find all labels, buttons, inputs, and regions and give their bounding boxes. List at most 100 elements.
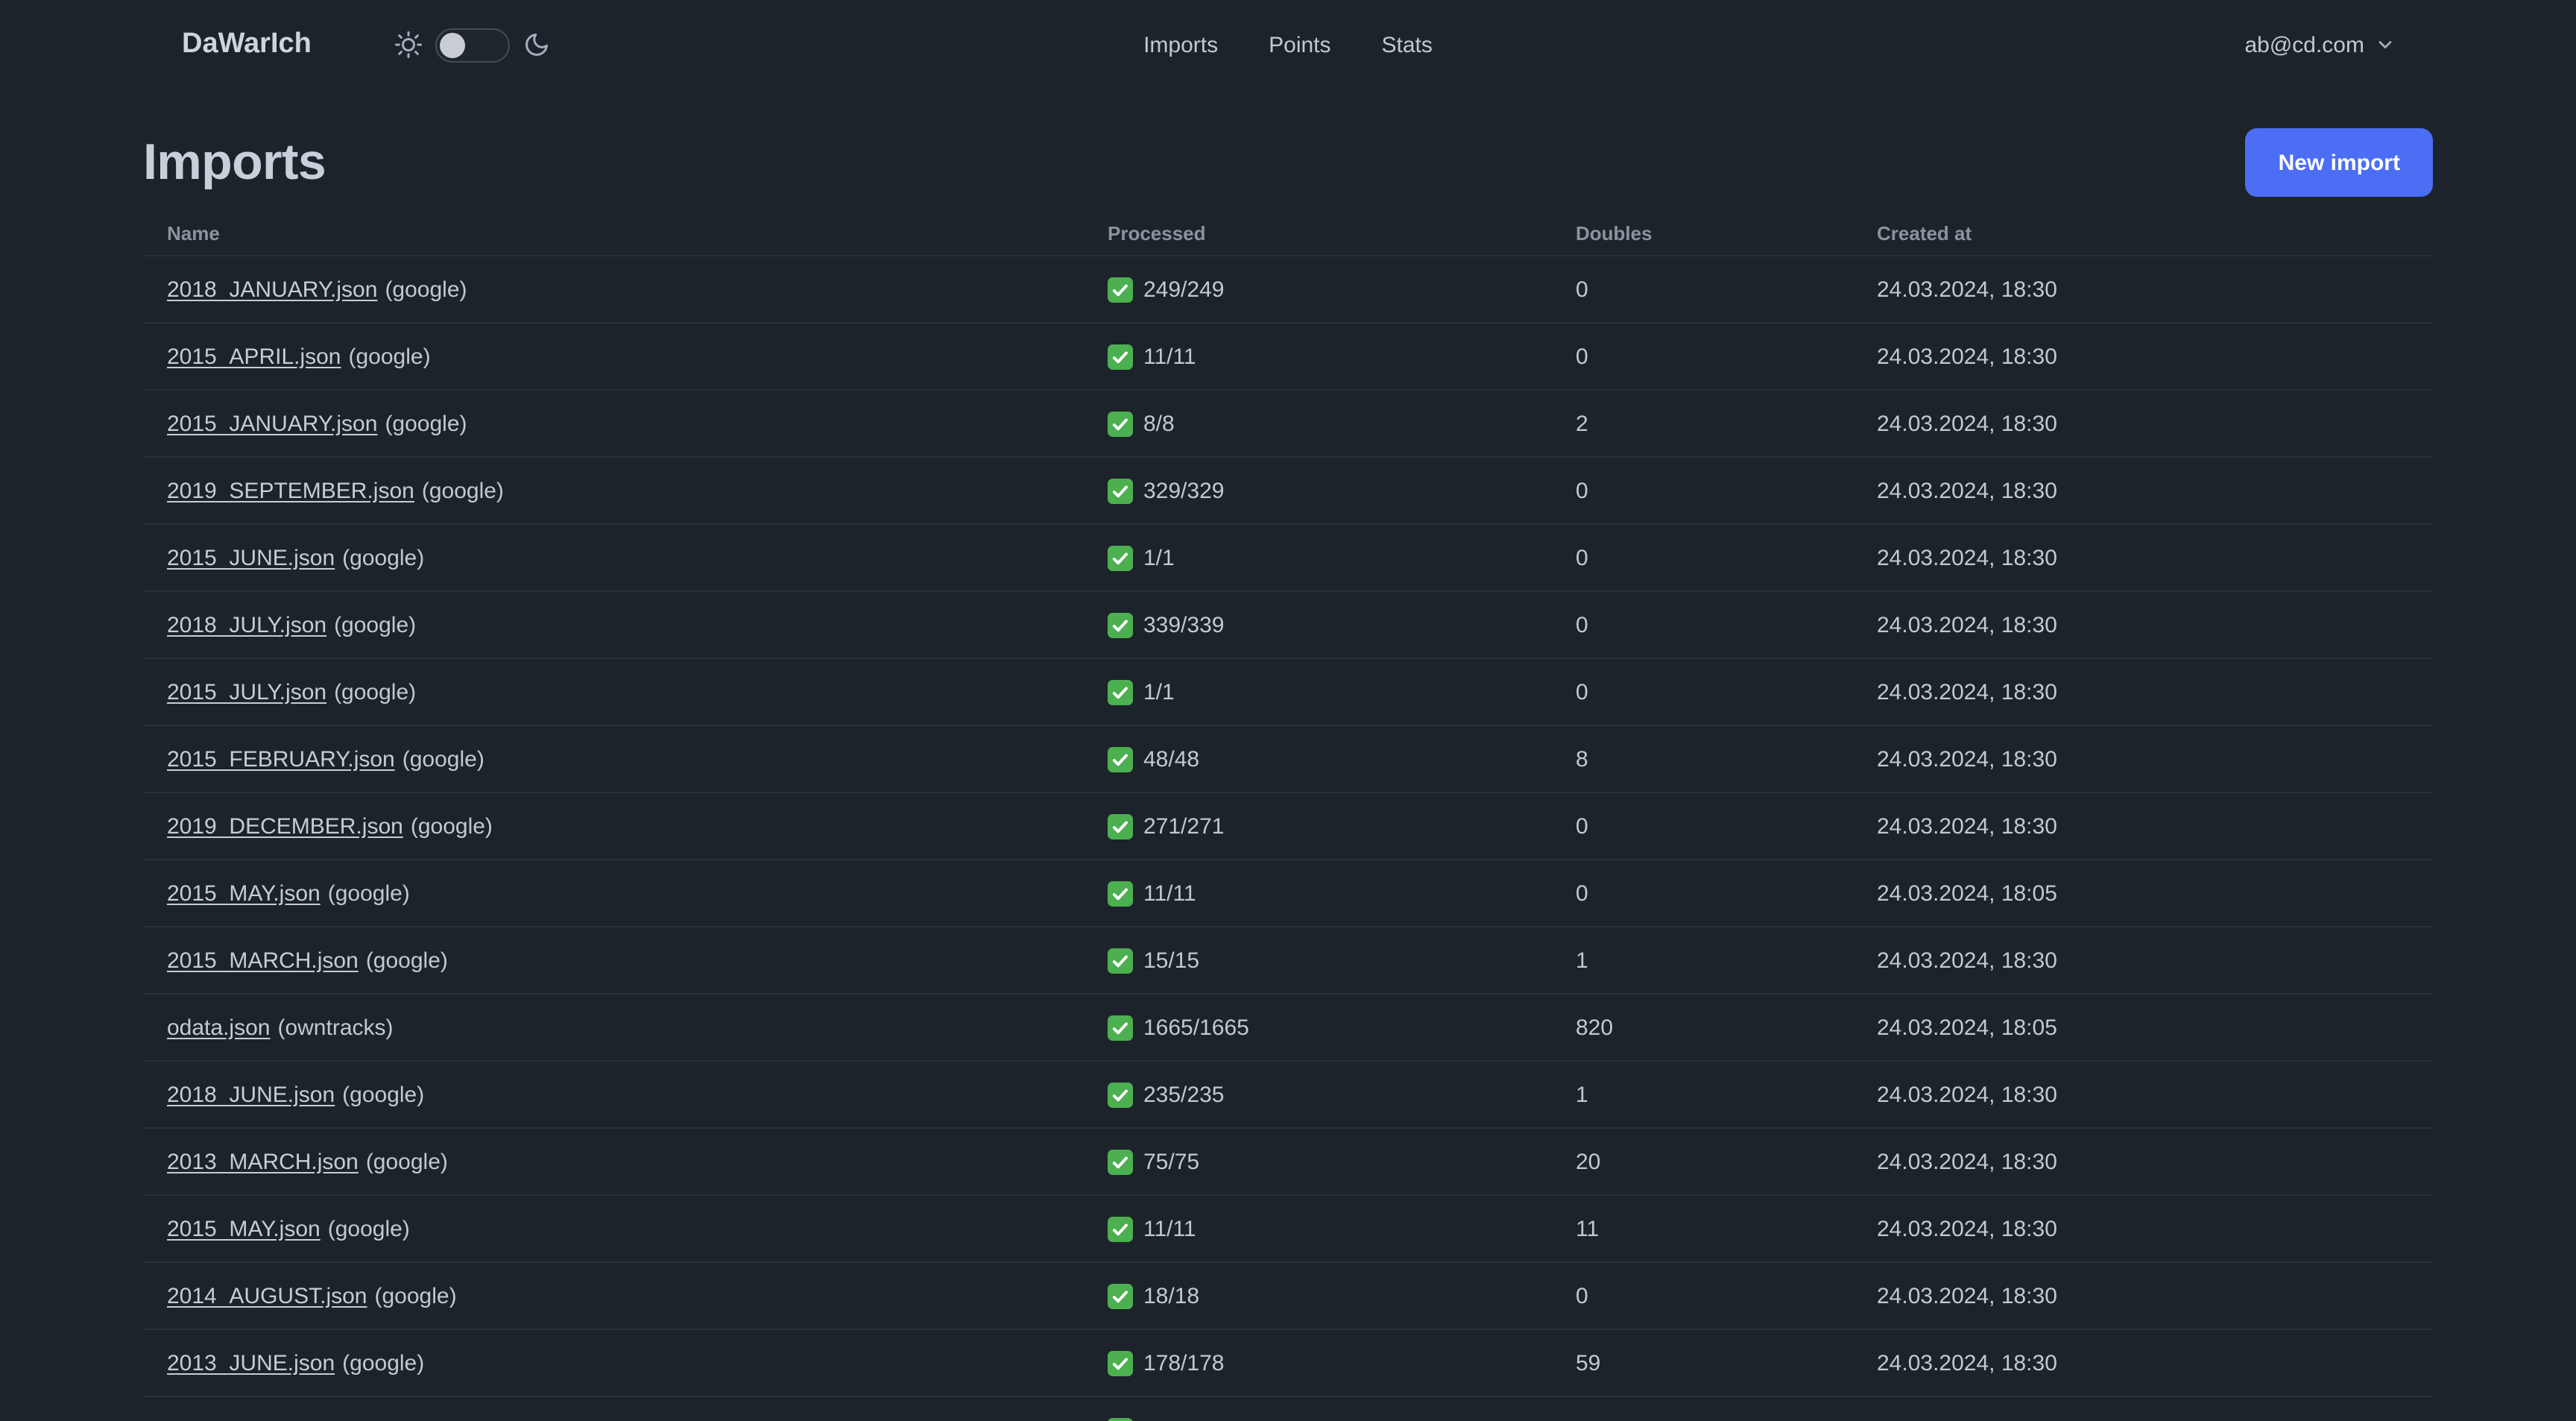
import-processed-cell: 75/75 — [1084, 1149, 1552, 1174]
processed-count: 178/178 — [1143, 1350, 1225, 1376]
import-name-cell: 2018_JUNE.json (google) — [143, 1082, 1084, 1107]
processed-count: 11/11 — [1143, 1216, 1196, 1241]
import-file-link[interactable]: 2015_JANUARY.json — [167, 411, 377, 436]
import-created-at-cell: 24.03.2024, 18:30 — [1877, 1350, 2057, 1376]
processed-count: 1/1 — [1143, 545, 1175, 570]
import-file-link[interactable]: 2018_JANUARY.json — [167, 277, 377, 302]
import-doubles-cell: 0 — [1576, 679, 1588, 705]
import-source: (google) — [342, 1350, 425, 1376]
import-file-link[interactable]: odata.json — [167, 1015, 270, 1040]
nav-link-imports[interactable]: Imports — [1143, 32, 1218, 57]
table-header-row: Name Processed Doubles Created at — [143, 212, 2433, 256]
table-row: 2015_APRIL.json (google) 11/11 0 24.03.20… — [143, 324, 2433, 391]
import-name-cell: 2019_DECEMBER.json (google) — [143, 813, 1084, 839]
import-name-cell: 2019_SEPTEMBER.json (google) — [143, 478, 1084, 503]
import-file-link[interactable]: 2019_SEPTEMBER.json — [167, 478, 414, 503]
import-processed-cell: 15/15 — [1084, 948, 1552, 973]
import-created-at-cell: 24.03.2024, 18:30 — [1877, 1082, 2057, 1107]
app-logo[interactable]: DaWarIch — [182, 28, 312, 61]
import-created-at-cell: 24.03.2024, 18:30 — [1877, 478, 2057, 503]
success-check-icon — [1108, 277, 1133, 302]
import-doubles-cell: 0 — [1576, 545, 1588, 570]
success-check-icon — [1108, 411, 1133, 436]
import-file-link[interactable]: 2013_MARCH.json — [167, 1149, 359, 1174]
import-doubles-cell: 8 — [1576, 746, 1588, 772]
import-source: (google) — [385, 277, 467, 302]
import-name-cell: 2018_JULY.json (google) — [143, 612, 1084, 637]
app-viewport: DaWarIch Imports Points Stats ab@cd.com … — [0, 0, 2576, 1421]
page-header: Imports New import — [143, 128, 2433, 197]
import-doubles-cell: 0 — [1576, 880, 1588, 906]
theme-toggle-knob — [439, 32, 465, 57]
import-doubles-cell: 20 — [1576, 1149, 1601, 1174]
table-row: 2015_JUNE.json (google) 1/1 0 24.03.2024,… — [143, 525, 2433, 592]
import-file-link[interactable]: 2015_JULY.json — [167, 679, 326, 705]
table-row: 2015_MAY.json (google) 11/11 0 24.03.2024… — [143, 860, 2433, 927]
import-name-cell: 2015_APRIL.json (google) — [143, 344, 1084, 369]
processed-count: 11/11 — [1143, 880, 1196, 906]
import-source: (google) — [374, 1283, 457, 1308]
import-file-link[interactable]: 2015_APRIL.json — [167, 344, 341, 369]
import-name-cell: 2015_MAY.json (google) — [143, 1216, 1084, 1241]
import-source: (google) — [365, 948, 448, 973]
import-file-link[interactable]: 2015_MARCH.json — [167, 948, 359, 973]
import-file-link[interactable]: 2014_AUGUST.json — [167, 1283, 367, 1308]
processed-count: 15/15 — [1143, 948, 1200, 973]
import-processed-cell: 329/329 — [1084, 478, 1552, 503]
success-check-icon — [1108, 1015, 1133, 1040]
import-name-cell: 2014_AUGUST.json (google) — [143, 1283, 1084, 1308]
processed-count: 339/339 — [1143, 612, 1225, 637]
sun-icon — [394, 31, 422, 58]
theme-toggle[interactable] — [435, 28, 510, 62]
import-file-link[interactable]: 2018_JULY.json — [167, 612, 326, 637]
import-doubles-cell: 59 — [1576, 1350, 1601, 1376]
import-name-cell: 2015_FEBRUARY.json (google) — [143, 746, 1084, 772]
nav-link-stats[interactable]: Stats — [1382, 32, 1433, 57]
import-processed-cell: 11/11 — [1084, 344, 1552, 369]
import-file-link[interactable]: 2015_JUNE.json — [167, 545, 335, 570]
import-file-link[interactable]: 2015_FEBRUARY.json — [167, 746, 395, 772]
table-row: 2015_FEBRUARY.json (google) 48/48 8 24.03… — [143, 726, 2433, 793]
success-check-icon — [1108, 948, 1133, 973]
import-processed-cell: 48/48 — [1084, 746, 1552, 772]
import-doubles-cell: 0 — [1576, 478, 1588, 503]
import-source: (google) — [342, 545, 425, 570]
main-nav: Imports Points Stats — [1143, 0, 1433, 89]
processed-count: 249/249 — [1143, 277, 1225, 302]
import-created-at-cell: 24.03.2024, 18:30 — [1877, 746, 2057, 772]
import-name-cell: 2015_MAY.json (google) — [143, 880, 1084, 906]
table-row: 2013_MARCH.json (google) 75/75 20 24.03.2… — [143, 1129, 2433, 1196]
import-source: (google) — [342, 1082, 425, 1107]
user-menu[interactable]: ab@cd.com — [2244, 32, 2396, 57]
success-check-icon — [1108, 612, 1133, 637]
import-created-at-cell: 24.03.2024, 18:30 — [1877, 344, 2057, 369]
import-file-link[interactable]: 2015_MAY.json — [167, 1216, 321, 1241]
import-created-at-cell: 24.03.2024, 18:30 — [1877, 277, 2057, 302]
import-processed-cell: 249/249 — [1084, 277, 1552, 302]
import-source: (owntracks) — [277, 1015, 394, 1040]
navbar: DaWarIch Imports Points Stats ab@cd.com — [0, 0, 2576, 89]
import-source: (google) — [327, 880, 410, 906]
table-row: 2018_JUNE.json (google) 235/235 1 24.03.2… — [143, 1062, 2433, 1129]
nav-link-points[interactable]: Points — [1269, 32, 1330, 57]
column-header-processed: Processed — [1108, 222, 1206, 245]
import-created-at-cell: 24.03.2024, 18:30 — [1877, 545, 2057, 570]
page-title: Imports — [143, 133, 326, 190]
import-doubles-cell: 0 — [1576, 612, 1588, 637]
table-row — [143, 1397, 2433, 1421]
import-source: (google) — [410, 813, 493, 839]
import-name-cell: 2015_MARCH.json (google) — [143, 948, 1084, 973]
import-source: (google) — [348, 344, 431, 369]
table-row: 2019_SEPTEMBER.json (google) 329/329 0 24… — [143, 458, 2433, 525]
table-row: 2015_JULY.json (google) 1/1 0 24.03.2024,… — [143, 659, 2433, 726]
import-file-link[interactable]: 2013_JUNE.json — [167, 1350, 335, 1376]
table-row: odata.json (owntracks) 1665/1665 820 24.0… — [143, 995, 2433, 1062]
new-import-button[interactable]: New import — [2245, 128, 2433, 197]
success-check-icon — [1108, 1149, 1133, 1174]
import-file-link[interactable]: 2015_MAY.json — [167, 880, 321, 906]
import-file-link[interactable]: 2019_DECEMBER.json — [167, 813, 403, 839]
import-name-cell: 2013_JUNE.json (google) — [143, 1350, 1084, 1376]
import-file-link[interactable]: 2018_JUNE.json — [167, 1082, 335, 1107]
import-created-at-cell: 24.03.2024, 18:30 — [1877, 1216, 2057, 1241]
import-name-cell — [143, 1417, 1084, 1421]
